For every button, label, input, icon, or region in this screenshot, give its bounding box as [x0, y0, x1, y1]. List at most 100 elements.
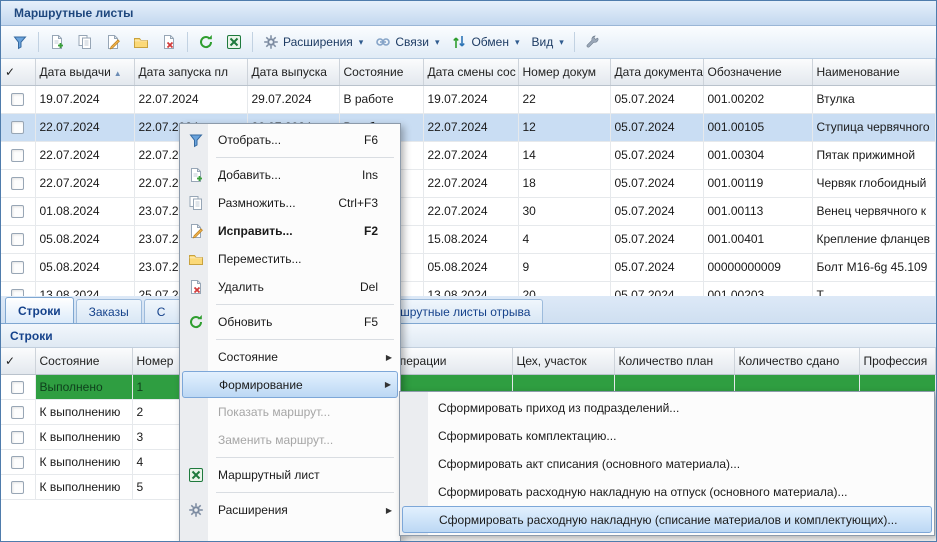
submenu-item[interactable]: Сформировать акт списания (основного мат… — [402, 450, 932, 478]
column-header[interactable]: Профессия — [859, 348, 936, 374]
cell[interactable]: Червяк глобоидный — [812, 169, 936, 197]
tab-lines[interactable]: Строки — [5, 297, 74, 323]
menu-item[interactable]: Переместить... — [182, 245, 398, 273]
column-header[interactable]: Состояние — [339, 59, 423, 85]
cell[interactable]: К выполнению — [35, 399, 132, 424]
cell[interactable]: 05.08.2024 — [35, 225, 134, 253]
cell[interactable]: Пятак прижимной — [812, 141, 936, 169]
table-row[interactable]: 05.08.2024 23.07.2024 05.08.2024 9 05.07… — [1, 253, 936, 281]
exchange-button[interactable]: Обмен — [446, 30, 524, 54]
cell[interactable]: 00000000009 — [703, 253, 812, 281]
cell[interactable]: Т — [812, 281, 936, 296]
table-row[interactable]: 05.08.2024 23.07.2024 15.08.2024 4 05.07… — [1, 225, 936, 253]
links-button[interactable]: Связи — [370, 30, 444, 54]
column-header[interactable]: Дата смены сос — [423, 59, 518, 85]
column-header[interactable]: Количество сдано — [734, 348, 859, 374]
cell[interactable]: Ступица червячного — [812, 113, 936, 141]
cell[interactable]: 9 — [518, 253, 610, 281]
cell[interactable]: Болт М16-6g 45.109 — [812, 253, 936, 281]
cell[interactable]: 22.07.2024 — [423, 169, 518, 197]
cell[interactable]: 05.08.2024 — [35, 253, 134, 281]
row-checkbox[interactable] — [11, 121, 24, 134]
delete-button[interactable] — [156, 30, 182, 54]
column-header[interactable]: Номер докум — [518, 59, 610, 85]
view-button[interactable]: Вид — [527, 30, 569, 54]
cell[interactable]: К выполнению — [35, 424, 132, 449]
cell[interactable]: 001.00401 — [703, 225, 812, 253]
cell[interactable]: 05.07.2024 — [610, 85, 703, 113]
table-row[interactable]: 19.07.2024 22.07.2024 29.07.2024 В работ… — [1, 85, 936, 113]
column-header[interactable]: Состояние — [35, 348, 132, 374]
row-checkbox[interactable] — [11, 289, 24, 296]
menu-item[interactable]: Размножить... Ctrl+F3 — [182, 189, 398, 217]
cell[interactable]: 14 — [518, 141, 610, 169]
cell[interactable]: 20 — [518, 281, 610, 296]
cell[interactable]: 22.07.2024 — [134, 85, 247, 113]
cell[interactable]: Выполнено — [35, 374, 132, 399]
cell[interactable]: 22.07.2024 — [423, 113, 518, 141]
column-header[interactable]: ✓ — [1, 59, 35, 85]
cell[interactable]: 001.00105 — [703, 113, 812, 141]
cell[interactable]: 22.07.2024 — [423, 141, 518, 169]
column-header[interactable]: Дата запуска пл — [134, 59, 247, 85]
column-header[interactable]: Обозначение — [703, 59, 812, 85]
column-header[interactable]: Дата выпуска — [247, 59, 339, 85]
cell[interactable]: Крепление фланцев — [812, 225, 936, 253]
menu-item[interactable]: Исправить... F2 — [182, 217, 398, 245]
cell[interactable]: 05.07.2024 — [610, 253, 703, 281]
submenu-item[interactable]: Сформировать расходную накладную (списан… — [402, 506, 932, 533]
menu-item[interactable]: Маршрутный лист — [182, 461, 398, 489]
menu-item[interactable]: Формирование ▶ — [182, 371, 398, 398]
column-header[interactable]: Количество план — [614, 348, 734, 374]
row-checkbox[interactable] — [11, 406, 24, 419]
extensions-button[interactable]: Расширения — [258, 30, 368, 54]
cell[interactable]: 001.00119 — [703, 169, 812, 197]
cell[interactable]: 05.07.2024 — [610, 169, 703, 197]
row-checkbox[interactable] — [11, 177, 24, 190]
cell[interactable]: 05.07.2024 — [610, 141, 703, 169]
cell[interactable]: 18 — [518, 169, 610, 197]
cell[interactable]: 001.00202 — [703, 85, 812, 113]
cell[interactable]: К выполнению — [35, 449, 132, 474]
table-row[interactable]: 22.07.2024 22.07.2024 22.07.2024 14 05.0… — [1, 141, 936, 169]
cell[interactable]: 001.00304 — [703, 141, 812, 169]
cell[interactable]: 001.00203 — [703, 281, 812, 296]
row-checkbox[interactable] — [11, 205, 24, 218]
column-header[interactable]: Цех, участок — [512, 348, 614, 374]
cell[interactable]: Втулка — [812, 85, 936, 113]
cell[interactable]: 29.07.2024 — [247, 85, 339, 113]
cell[interactable]: 001.00113 — [703, 197, 812, 225]
cell[interactable]: 4 — [518, 225, 610, 253]
submenu-item[interactable]: Сформировать комплектацию... — [402, 422, 932, 450]
cell[interactable]: 05.07.2024 — [610, 225, 703, 253]
filter-button[interactable] — [7, 30, 33, 54]
cell[interactable]: 01.08.2024 — [35, 197, 134, 225]
move-button[interactable] — [128, 30, 154, 54]
cell[interactable]: 22.07.2024 — [423, 197, 518, 225]
cell[interactable]: 19.07.2024 — [35, 85, 134, 113]
submenu-item[interactable]: Сформировать расходную накладную на отпу… — [402, 478, 932, 506]
column-header[interactable]: Дата документа — [610, 59, 703, 85]
cell[interactable]: 19.07.2024 — [423, 85, 518, 113]
menu-item[interactable]: Удалить Del — [182, 273, 398, 301]
excel-button[interactable] — [221, 30, 247, 54]
row-checkbox[interactable] — [11, 381, 24, 394]
menu-item[interactable]: Расширения ▶ — [182, 496, 398, 524]
table-row[interactable]: 01.08.2024 23.07.2024 22.07.2024 30 05.0… — [1, 197, 936, 225]
cell[interactable]: 05.07.2024 — [610, 113, 703, 141]
refresh-button[interactable] — [193, 30, 219, 54]
menu-item[interactable]: Добавить... Ins — [182, 161, 398, 189]
cell[interactable]: 05.08.2024 — [423, 253, 518, 281]
cell[interactable]: 30 — [518, 197, 610, 225]
table-row[interactable]: 13.08.2024 25.07.2024 13.08.2024 20 05.0… — [1, 281, 936, 296]
menu-item[interactable]: Состояние ▶ — [182, 343, 398, 371]
customize-button[interactable] — [580, 30, 606, 54]
cell[interactable]: В работе — [339, 85, 423, 113]
cell[interactable]: К выполнению — [35, 474, 132, 499]
row-checkbox[interactable] — [11, 431, 24, 444]
cell[interactable]: 22.07.2024 — [35, 113, 134, 141]
cell[interactable]: 22.07.2024 — [35, 169, 134, 197]
cell[interactable]: 12 — [518, 113, 610, 141]
row-checkbox[interactable] — [11, 233, 24, 246]
cell[interactable]: 05.07.2024 — [610, 197, 703, 225]
